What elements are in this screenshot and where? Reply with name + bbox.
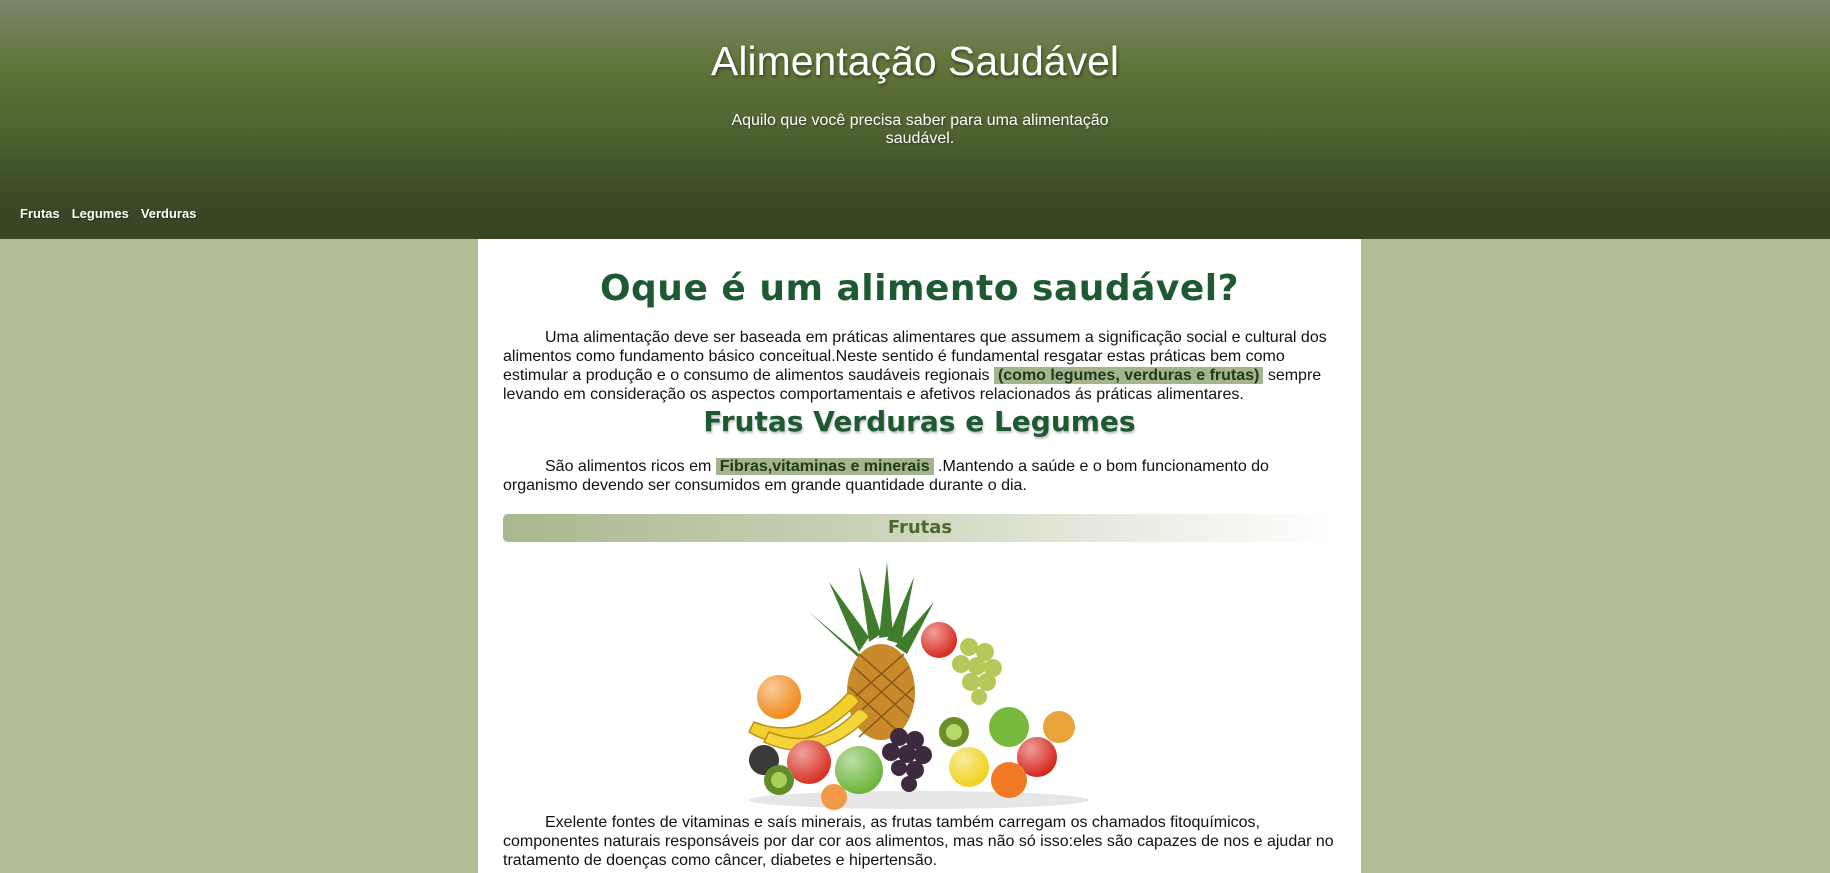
fruits-image [748,562,1089,810]
site-subtitle: Aquilo que você precisa saber para uma a… [731,112,1109,147]
intro-paragraph: Uma alimentação deve ser baseada em prát… [503,328,1337,404]
section-heading: Frutas Verduras e Legumes [703,405,1136,438]
main-nav: Frutas Legumes Verduras [20,206,196,221]
fruits-paragraph: Exelente fontes de vitaminas e saís mine… [503,814,1334,869]
nav-item-frutas[interactable]: Frutas [20,206,60,221]
content-panel: Oque é um alimento saudável? Uma aliment… [478,239,1361,873]
intro-highlight: (como legumes, verduras e frutas) [993,367,1264,384]
nutrients-highlight: Fibras,vitaminas e minerais [715,458,934,475]
site-header: Alimentação Saudável Aquilo que você pre… [0,0,1830,239]
fruits-section-bar: Frutas [503,514,1337,542]
nav-item-verduras[interactable]: Verduras [141,206,197,221]
nutrients-paragraph: São alimentos ricos em Fibras,vitaminas … [503,457,1337,495]
site-title: Alimentação Saudável [711,38,1119,84]
nav-item-legumes[interactable]: Legumes [72,206,129,221]
nutrients-text-start: São alimentos ricos em [545,458,716,475]
page-heading: Oque é um alimento saudável? [599,268,1240,309]
